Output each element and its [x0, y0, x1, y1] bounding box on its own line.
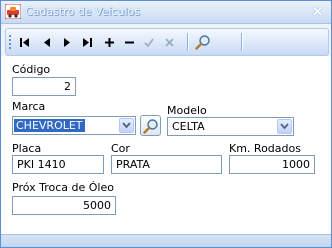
- toolbar-separator: [241, 33, 243, 51]
- delete-record-icon: [124, 41, 134, 43]
- prior-record-icon: [44, 37, 50, 47]
- first-record-icon: [20, 37, 29, 47]
- app-icon: [5, 4, 21, 19]
- modelo-value: CELTA: [172, 120, 205, 133]
- modelo-combobox[interactable]: CELTA: [167, 117, 294, 136]
- placa-label: Placa: [12, 142, 42, 155]
- marca-search-button[interactable]: [140, 115, 161, 136]
- first-record-button[interactable]: [16, 33, 34, 51]
- km-field[interactable]: 1000: [229, 155, 315, 174]
- troca-oleo-field[interactable]: 5000: [12, 196, 116, 215]
- cor-field[interactable]: PRATA: [111, 155, 222, 174]
- app-window: Cadastro de Veículos × Código 2 Marca CH…: [0, 0, 332, 248]
- navigator-toolbar: [5, 28, 329, 56]
- search-button[interactable]: [194, 33, 212, 51]
- chevron-down-icon: [122, 122, 131, 129]
- modelo-dropdown-button[interactable]: [277, 119, 292, 134]
- post-check-icon: [144, 38, 154, 47]
- close-icon: ×: [311, 2, 324, 20]
- last-record-icon: [83, 37, 92, 47]
- search-icon: [195, 35, 210, 50]
- cancel-record-button[interactable]: [160, 33, 178, 51]
- title-bar[interactable]: Cadastro de Veículos ×: [1, 1, 331, 24]
- cancel-x-icon: [164, 37, 174, 47]
- chevron-down-icon: [280, 123, 289, 130]
- search-icon: [143, 119, 158, 134]
- marca-value: CHEVROLET: [14, 119, 85, 132]
- toolbar-grip[interactable]: [9, 35, 13, 49]
- codigo-field[interactable]: 2: [12, 77, 76, 96]
- modelo-label: Modelo: [167, 104, 207, 117]
- next-record-icon: [64, 37, 70, 47]
- status-bar: [1, 234, 331, 247]
- troca-oleo-label: Próx Troca de Óleo: [12, 181, 114, 194]
- post-record-button[interactable]: [140, 33, 158, 51]
- km-label: Km. Rodados: [229, 142, 301, 155]
- insert-record-icon: [104, 37, 114, 47]
- last-record-button[interactable]: [78, 33, 96, 51]
- cor-label: Cor: [111, 142, 130, 155]
- delete-record-button[interactable]: [120, 33, 138, 51]
- form-panel: Código 2 Marca CHEVROLET Modelo CELTA Pl…: [1, 56, 331, 234]
- marca-combobox[interactable]: CHEVROLET: [12, 116, 136, 135]
- prior-record-button[interactable]: [38, 33, 56, 51]
- insert-record-button[interactable]: [100, 33, 118, 51]
- marca-dropdown-button[interactable]: [119, 118, 134, 133]
- codigo-label: Código: [12, 63, 51, 76]
- next-record-button[interactable]: [58, 33, 76, 51]
- marca-label: Marca: [12, 100, 46, 113]
- toolbar-separator: [187, 33, 189, 51]
- close-button[interactable]: ×: [309, 3, 326, 19]
- placa-field[interactable]: PKI 1410: [12, 155, 104, 174]
- window-title: Cadastro de Veículos: [25, 5, 140, 18]
